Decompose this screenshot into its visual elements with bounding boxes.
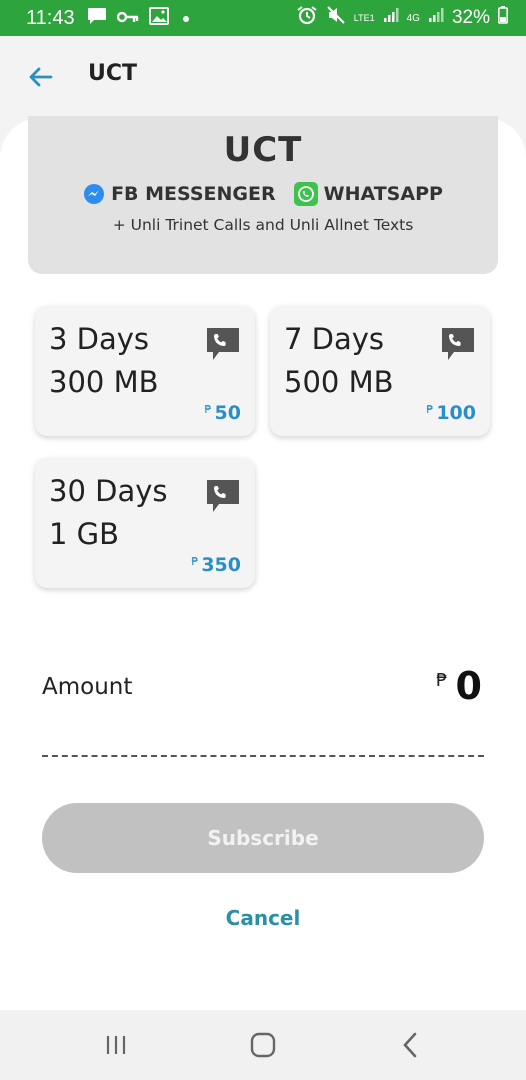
- back-button[interactable]: [24, 60, 58, 94]
- plan-price-value: 350: [201, 554, 241, 576]
- key-icon: [116, 9, 139, 28]
- app-whatsapp: WHATSAPP: [293, 182, 443, 206]
- signal-icon-2: [428, 7, 444, 29]
- system-back-button[interactable]: [390, 1030, 430, 1060]
- network-lte-label: LTE1: [353, 13, 375, 23]
- amount-currency: ₱: [436, 670, 448, 691]
- status-system: LTE1 4G 32%: [296, 5, 508, 31]
- recents-icon: [106, 1036, 126, 1054]
- plan-card-3-days[interactable]: 3 Days 300 MB ₱ 50: [35, 306, 255, 436]
- plan-days: 3 Days: [49, 322, 150, 356]
- page-title: UCT: [88, 61, 138, 86]
- subscribe-button[interactable]: Subscribe: [42, 803, 484, 873]
- app-messenger: FB MESSENGER: [83, 183, 276, 205]
- plan-data: 500 MB: [284, 365, 394, 399]
- battery-icon: [498, 6, 508, 30]
- arrow-left-icon: [29, 67, 53, 87]
- home-button[interactable]: [243, 1030, 283, 1060]
- plan-price-value: 100: [436, 402, 476, 424]
- currency-symbol: ₱: [426, 403, 434, 416]
- cancel-button[interactable]: Cancel: [0, 906, 526, 930]
- plan-card-30-days[interactable]: 30 Days 1 GB ₱ 350: [35, 458, 255, 588]
- whatsapp-icon: [293, 182, 318, 206]
- recents-button[interactable]: [96, 1030, 136, 1060]
- system-nav-bar: [0, 1010, 526, 1080]
- call-bubble-icon: [440, 326, 476, 366]
- message-icon: [87, 7, 107, 29]
- banner-apps: FB MESSENGER WHATSAPP: [28, 182, 498, 206]
- amount-label: Amount: [42, 674, 133, 700]
- call-bubble-icon: [205, 478, 241, 518]
- currency-symbol: ₱: [204, 403, 212, 416]
- plan-data: 300 MB: [49, 365, 159, 399]
- app-messenger-label: FB MESSENGER: [111, 183, 276, 205]
- plan-days: 30 Days: [49, 474, 168, 508]
- amount-number: 0: [455, 664, 482, 708]
- amount-value: ₱ 0: [436, 664, 482, 708]
- signal-icon: [383, 7, 399, 29]
- plan-days: 7 Days: [284, 322, 385, 356]
- status-bar: 11:43 LTE1 4G 32%: [0, 0, 526, 36]
- back-icon: [403, 1032, 417, 1058]
- alarm-icon: [296, 5, 318, 31]
- messenger-icon: [84, 184, 105, 204]
- dot-icon: [179, 9, 193, 28]
- promo-banner: UCT FB MESSENGER WHATSAPP + Unli Trinet …: [28, 116, 498, 274]
- plan-card-7-days[interactable]: 7 Days 500 MB ₱ 100: [270, 306, 490, 436]
- status-time: 11:43: [26, 6, 75, 29]
- banner-subtitle: + Unli Trinet Calls and Unli Allnet Text…: [112, 216, 414, 234]
- amount-divider: [42, 755, 484, 757]
- app-whatsapp-label: WHATSAPP: [323, 183, 443, 205]
- plan-price-value: 50: [214, 402, 241, 424]
- currency-symbol: ₱: [191, 555, 199, 568]
- status-notifications: [87, 7, 193, 29]
- home-icon: [250, 1032, 276, 1058]
- network-4g-label: 4G: [406, 12, 420, 24]
- plan-data: 1 GB: [49, 517, 120, 551]
- battery-percent: 32%: [451, 7, 490, 28]
- plan-price: ₱ 50: [205, 402, 241, 424]
- plan-price: ₱ 350: [191, 554, 241, 576]
- app-header: UCT: [0, 36, 526, 120]
- mute-icon: [326, 5, 346, 31]
- banner-title: UCT: [223, 130, 303, 170]
- image-icon: [148, 7, 169, 29]
- call-bubble-icon: [205, 326, 241, 366]
- plan-price: ₱ 100: [426, 402, 476, 424]
